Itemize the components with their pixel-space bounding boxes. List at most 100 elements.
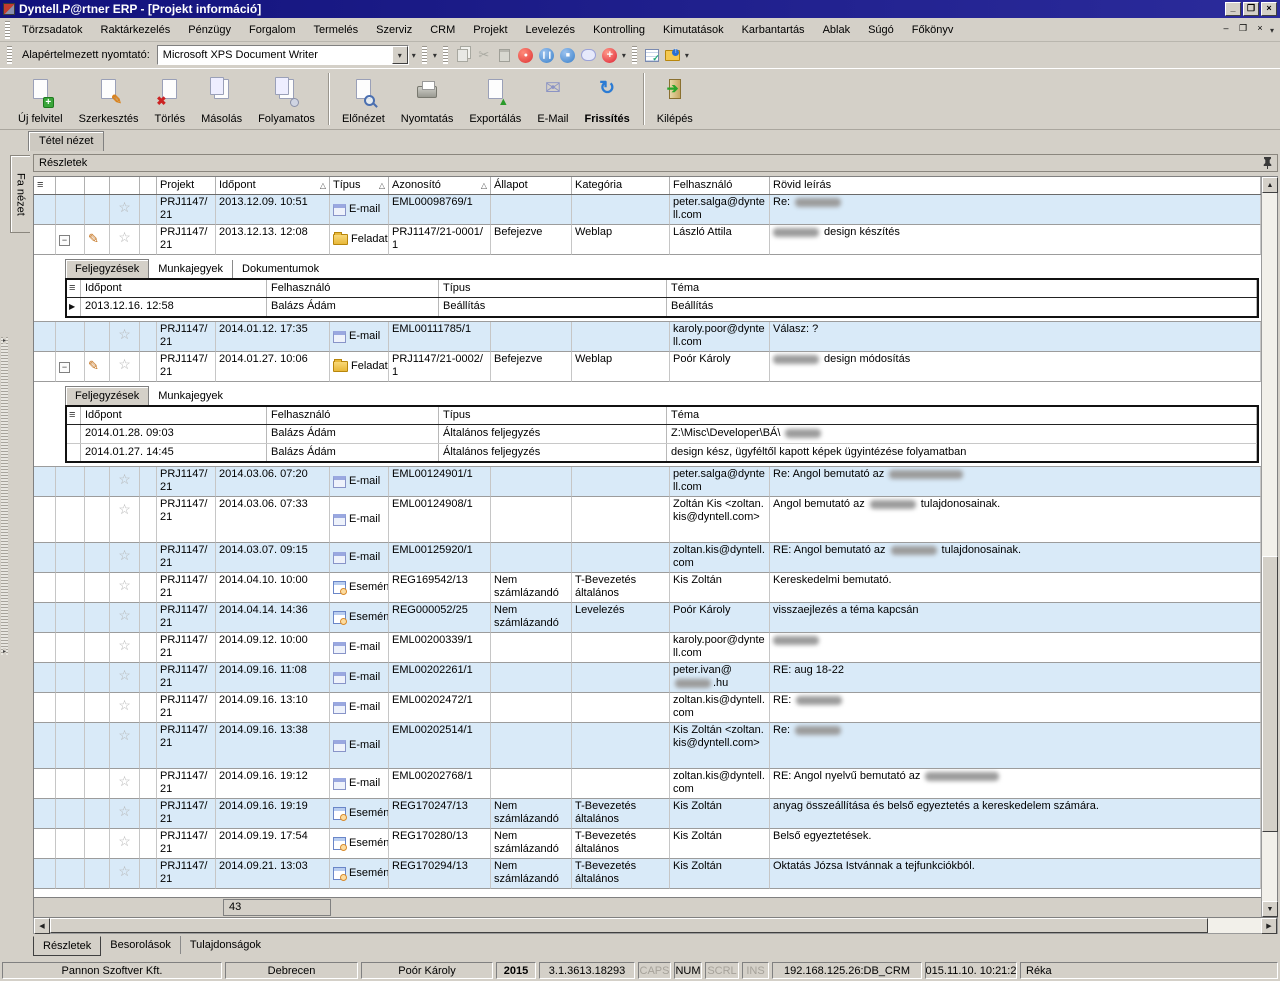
edit-note-icon[interactable]: [88, 234, 99, 246]
column-header-azonosito[interactable]: Azonosító: [389, 177, 491, 194]
favorite-star-icon[interactable]: [118, 330, 131, 342]
table-row[interactable]: PRJ1147/21 2014.09.16. 11:08 E-mail EML0…: [34, 663, 1261, 693]
scroll-down-icon[interactable]: ▼: [1262, 901, 1278, 917]
stop-icon[interactable]: [559, 46, 577, 64]
mdi-restore-button[interactable]: ❐: [1236, 23, 1250, 36]
favorite-star-icon[interactable]: [118, 641, 131, 653]
sub-column-tema[interactable]: Téma: [667, 407, 1257, 424]
toolbar-grip[interactable]: [443, 46, 448, 64]
column-chooser-icon[interactable]: [34, 177, 56, 194]
table-row[interactable]: PRJ1147/21 2014.04.10. 10:00 Esemény REG…: [34, 573, 1261, 603]
grid-settings-icon[interactable]: [643, 46, 661, 64]
cut-icon[interactable]: [475, 46, 493, 64]
printer-dropdown-button[interactable]: [392, 46, 408, 64]
toolbar-grip[interactable]: [7, 46, 12, 64]
tab-reszletek[interactable]: Részletek: [33, 936, 101, 956]
column-header-rovid-leiras[interactable]: Rövid leírás: [770, 177, 1261, 194]
table-row[interactable]: PRJ1147/21 2014.04.14. 14:36 Esemény REG…: [34, 603, 1261, 633]
favorite-star-icon[interactable]: [118, 233, 131, 245]
table-row[interactable]: PRJ1147/21 2014.01.27. 10:06 Feladat PRJ…: [34, 352, 1261, 382]
column-chooser-icon[interactable]: [67, 280, 81, 297]
table-row[interactable]: PRJ1147/21 2014.03.06. 07:20 E-mail EML0…: [34, 467, 1261, 497]
column-header-projekt[interactable]: Projekt: [157, 177, 216, 194]
scroll-right-icon[interactable]: ▶: [1261, 918, 1277, 934]
continuous-button[interactable]: Folyamatos: [250, 69, 323, 127]
sub-column-idopont[interactable]: Időpont: [81, 407, 267, 424]
email-button[interactable]: E-Mail: [529, 69, 576, 127]
mdi-minimize-button[interactable]: –: [1219, 23, 1233, 36]
copy-icon[interactable]: [454, 46, 472, 64]
menu-crm[interactable]: CRM: [421, 20, 464, 40]
menu-raktarkezeles[interactable]: Raktárkezelés: [92, 20, 180, 40]
column-header-kategoria[interactable]: Kategória: [572, 177, 670, 194]
minimize-button[interactable]: _: [1225, 2, 1241, 16]
horizontal-scrollbar[interactable]: ◀ ▶: [33, 918, 1278, 934]
pin-icon[interactable]: [1263, 157, 1272, 169]
add-icon[interactable]: [601, 46, 619, 64]
table-row[interactable]: PRJ1147/21 2014.01.12. 17:35 E-mail EML0…: [34, 322, 1261, 352]
horizontal-scroll-thumb[interactable]: [50, 918, 1208, 933]
favorite-star-icon[interactable]: [118, 867, 131, 879]
menu-forgalom[interactable]: Forgalom: [240, 20, 304, 40]
sub-column-tipus[interactable]: Típus: [439, 280, 667, 297]
column-header-allapot[interactable]: Állapot: [491, 177, 572, 194]
favorite-star-icon[interactable]: [118, 807, 131, 819]
table-row[interactable]: PRJ1147/21 2014.03.06. 07:33 E-mail EML0…: [34, 497, 1261, 543]
sub-column-tipus[interactable]: Típus: [439, 407, 667, 424]
sub-column-felhasznalo[interactable]: Felhasználó: [267, 407, 439, 424]
collapse-button[interactable]: [59, 362, 70, 373]
menu-penzugy[interactable]: Pénzügy: [179, 20, 240, 40]
sub-column-idopont[interactable]: Időpont: [81, 280, 267, 297]
pause-icon[interactable]: [538, 46, 556, 64]
table-row[interactable]: PRJ1147/21 2014.09.19. 17:54 Esemény REG…: [34, 829, 1261, 859]
table-row[interactable]: PRJ1147/21 2014.09.16. 19:19 Esemény REG…: [34, 799, 1261, 829]
printer-select[interactable]: Microsoft XPS Document Writer: [157, 45, 409, 65]
tab-tulajdonsagok[interactable]: Tulajdonságok: [180, 936, 270, 954]
scroll-up-icon[interactable]: ▲: [1262, 177, 1278, 193]
new-record-button[interactable]: + Új felvitel: [10, 69, 71, 127]
favorite-star-icon[interactable]: [118, 837, 131, 849]
chevron-down-icon[interactable]: [622, 49, 626, 61]
table-row[interactable]: PRJ1147/21 2013.12.13. 12:08 Feladat PRJ…: [34, 225, 1261, 255]
preview-button[interactable]: Előnézet: [334, 69, 393, 127]
column-chooser-icon[interactable]: [67, 407, 81, 424]
tab-feljegyzesek[interactable]: Feljegyzések: [65, 259, 149, 278]
table-row[interactable]: PRJ1147/21 2014.03.07. 09:15 E-mail EML0…: [34, 543, 1261, 573]
table-row[interactable]: PRJ1147/21 2014.09.21. 13:03 Esemény REG…: [34, 859, 1261, 889]
table-row[interactable]: PRJ1147/21 2014.09.16. 13:38 E-mail EML0…: [34, 723, 1261, 769]
favorite-star-icon[interactable]: [118, 581, 131, 593]
vertical-scroll-thumb[interactable]: [1262, 556, 1278, 832]
menu-sugo[interactable]: Súgó: [859, 20, 903, 40]
menu-ablak[interactable]: Ablak: [814, 20, 860, 40]
table-row[interactable]: 2013.12.16. 12:58 Balázs Ádám Beállítás …: [67, 298, 1257, 316]
toolbar-options-icon[interactable]: [412, 49, 416, 61]
favorite-star-icon[interactable]: [118, 475, 131, 487]
menu-kontrolling[interactable]: Kontrolling: [584, 20, 654, 40]
close-button[interactable]: ×: [1261, 2, 1277, 16]
menu-karbantartas[interactable]: Karbantartás: [733, 20, 814, 40]
toolbar-grip[interactable]: [5, 21, 10, 39]
tab-munkajegyek[interactable]: Munkajegyek: [149, 387, 232, 405]
tab-dokumentumok[interactable]: Dokumentumok: [232, 260, 328, 278]
table-row[interactable]: PRJ1147/21 2014.09.16. 19:12 E-mail EML0…: [34, 769, 1261, 799]
favorite-star-icon[interactable]: [118, 701, 131, 713]
menu-fokonyv[interactable]: Főkönyv: [903, 20, 963, 40]
column-header-idopont[interactable]: Időpont: [216, 177, 330, 194]
mdi-close-button[interactable]: ×: [1253, 23, 1267, 36]
copy-record-button[interactable]: Másolás: [193, 69, 250, 127]
folder-info-icon[interactable]: [664, 46, 682, 64]
export-button[interactable]: Exportálás: [461, 69, 529, 127]
table-row[interactable]: PRJ1147/21 2013.12.09. 10:51 E-mail EML0…: [34, 195, 1261, 225]
tab-fa-nezet[interactable]: Fa nézet: [10, 155, 30, 233]
favorite-star-icon[interactable]: [118, 777, 131, 789]
restore-button[interactable]: ❐: [1243, 2, 1259, 16]
tab-besorolasok[interactable]: Besorolások: [101, 936, 180, 954]
vertical-scrollbar[interactable]: ▲ ▼: [1261, 177, 1277, 917]
record-icon[interactable]: [517, 46, 535, 64]
tab-tetel-nezet[interactable]: Tétel nézet: [28, 131, 104, 151]
favorite-star-icon[interactable]: [118, 551, 131, 563]
tab-munkajegyek[interactable]: Munkajegyek: [149, 260, 232, 278]
toolbar-options-icon[interactable]: [433, 49, 437, 61]
delete-button[interactable]: Törlés: [147, 69, 194, 127]
menu-torzsadatok[interactable]: Törzsadatok: [13, 20, 92, 40]
